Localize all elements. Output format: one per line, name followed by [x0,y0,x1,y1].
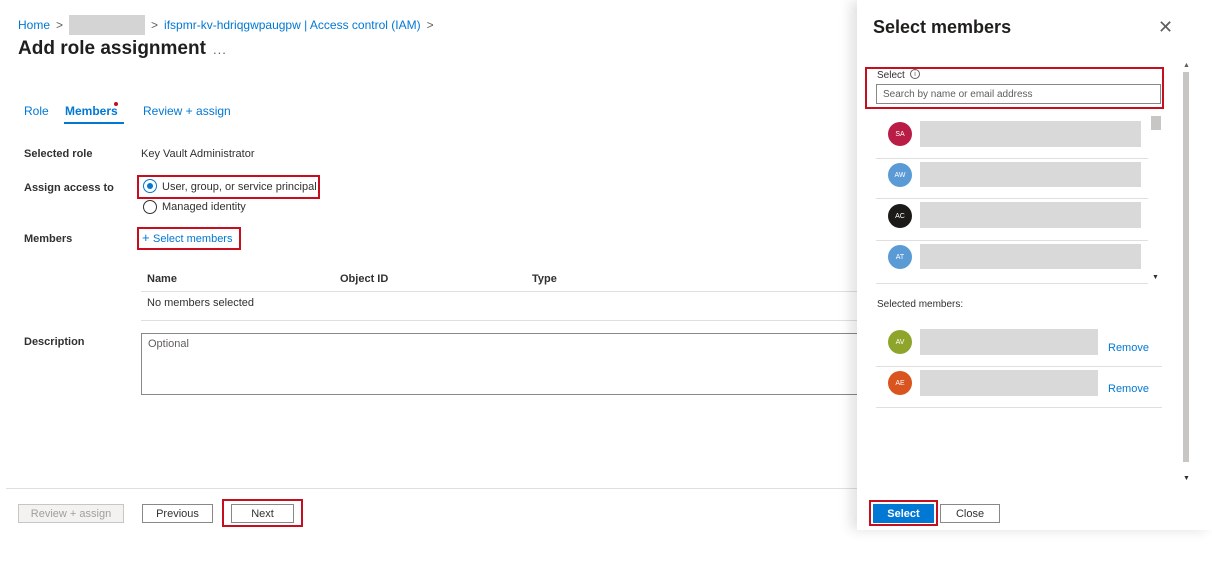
description-placeholder: Optional [148,338,189,350]
scroll-down-icon[interactable]: ▼ [1152,274,1159,281]
breadcrumb-redacted-item[interactable] [69,15,146,35]
panel-title: Select members [873,17,1012,37]
members-label: Members [24,233,73,245]
breadcrumb: Home > > ifspmr-kv-hdriqgwpaugpw | Acces… [18,15,434,35]
tab-active-underline [64,122,124,124]
close-icon[interactable]: ✕ [1158,18,1173,36]
tab-role[interactable]: Role [24,104,49,118]
column-type: Type [532,273,557,285]
avatar: AV [888,330,912,354]
selected-role-label: Selected role [24,148,93,160]
divider [876,240,1148,241]
candidate-name-redacted[interactable] [920,244,1141,269]
panel-scrollbar-thumb[interactable] [1183,72,1189,462]
highlight-box [137,227,241,250]
avatar: AT [888,245,912,269]
divider [876,198,1148,199]
avatar: AC [888,204,912,228]
description-label: Description [24,336,85,348]
breadcrumb-separator: > [151,18,159,32]
review-assign-button[interactable]: Review + assign [18,504,124,523]
breadcrumb-resource[interactable]: ifspmr-kv-hdriqgwpaugpw | Access control… [164,18,421,32]
divider [876,366,1162,367]
radio-managed-identity[interactable] [143,200,157,214]
avatar: AE [888,371,912,395]
assign-access-label: Assign access to [24,182,114,194]
highlight-box [222,499,303,527]
previous-button[interactable]: Previous [142,504,213,523]
description-textarea[interactable] [141,333,861,395]
divider [141,291,861,292]
breadcrumb-home[interactable]: Home [18,18,50,32]
breadcrumb-separator: > [56,18,64,32]
close-button[interactable]: Close [940,504,1000,523]
avatar: AW [888,163,912,187]
footer-divider [6,488,857,489]
scroll-up-icon[interactable]: ▲ [1183,62,1190,69]
divider [876,158,1148,159]
tab-review-assign[interactable]: Review + assign [143,104,231,118]
tab-members[interactable]: Members [65,104,118,118]
remove-member-link[interactable]: Remove [1108,342,1149,354]
candidate-name-redacted[interactable] [920,121,1141,147]
candidate-name-redacted[interactable] [920,202,1141,228]
divider [876,283,1148,284]
column-name: Name [147,273,177,285]
no-members-text: No members selected [147,297,254,309]
page-title: Add role assignment [18,38,206,59]
selected-role-value: Key Vault Administrator [141,148,255,160]
list-scrollbar-thumb[interactable] [1151,116,1161,130]
divider [141,320,861,321]
candidate-name-redacted[interactable] [920,162,1141,187]
required-indicator [114,102,118,106]
scroll-down-icon[interactable]: ▼ [1183,475,1190,482]
selected-members-label: Selected members: [877,299,964,310]
avatar: SA [888,122,912,146]
selected-member-name-redacted [920,329,1098,355]
highlight-box [869,500,938,526]
highlight-box [137,175,320,199]
highlight-box [865,67,1164,109]
list-scrollbar[interactable] [1149,113,1161,285]
divider [876,407,1162,408]
remove-member-link[interactable]: Remove [1108,383,1149,395]
breadcrumb-separator: > [426,18,434,32]
column-object-id: Object ID [340,273,389,285]
radio-managed-identity-label[interactable]: Managed identity [162,201,246,213]
selected-member-name-redacted [920,370,1098,396]
more-options-button[interactable]: ... [213,42,227,57]
